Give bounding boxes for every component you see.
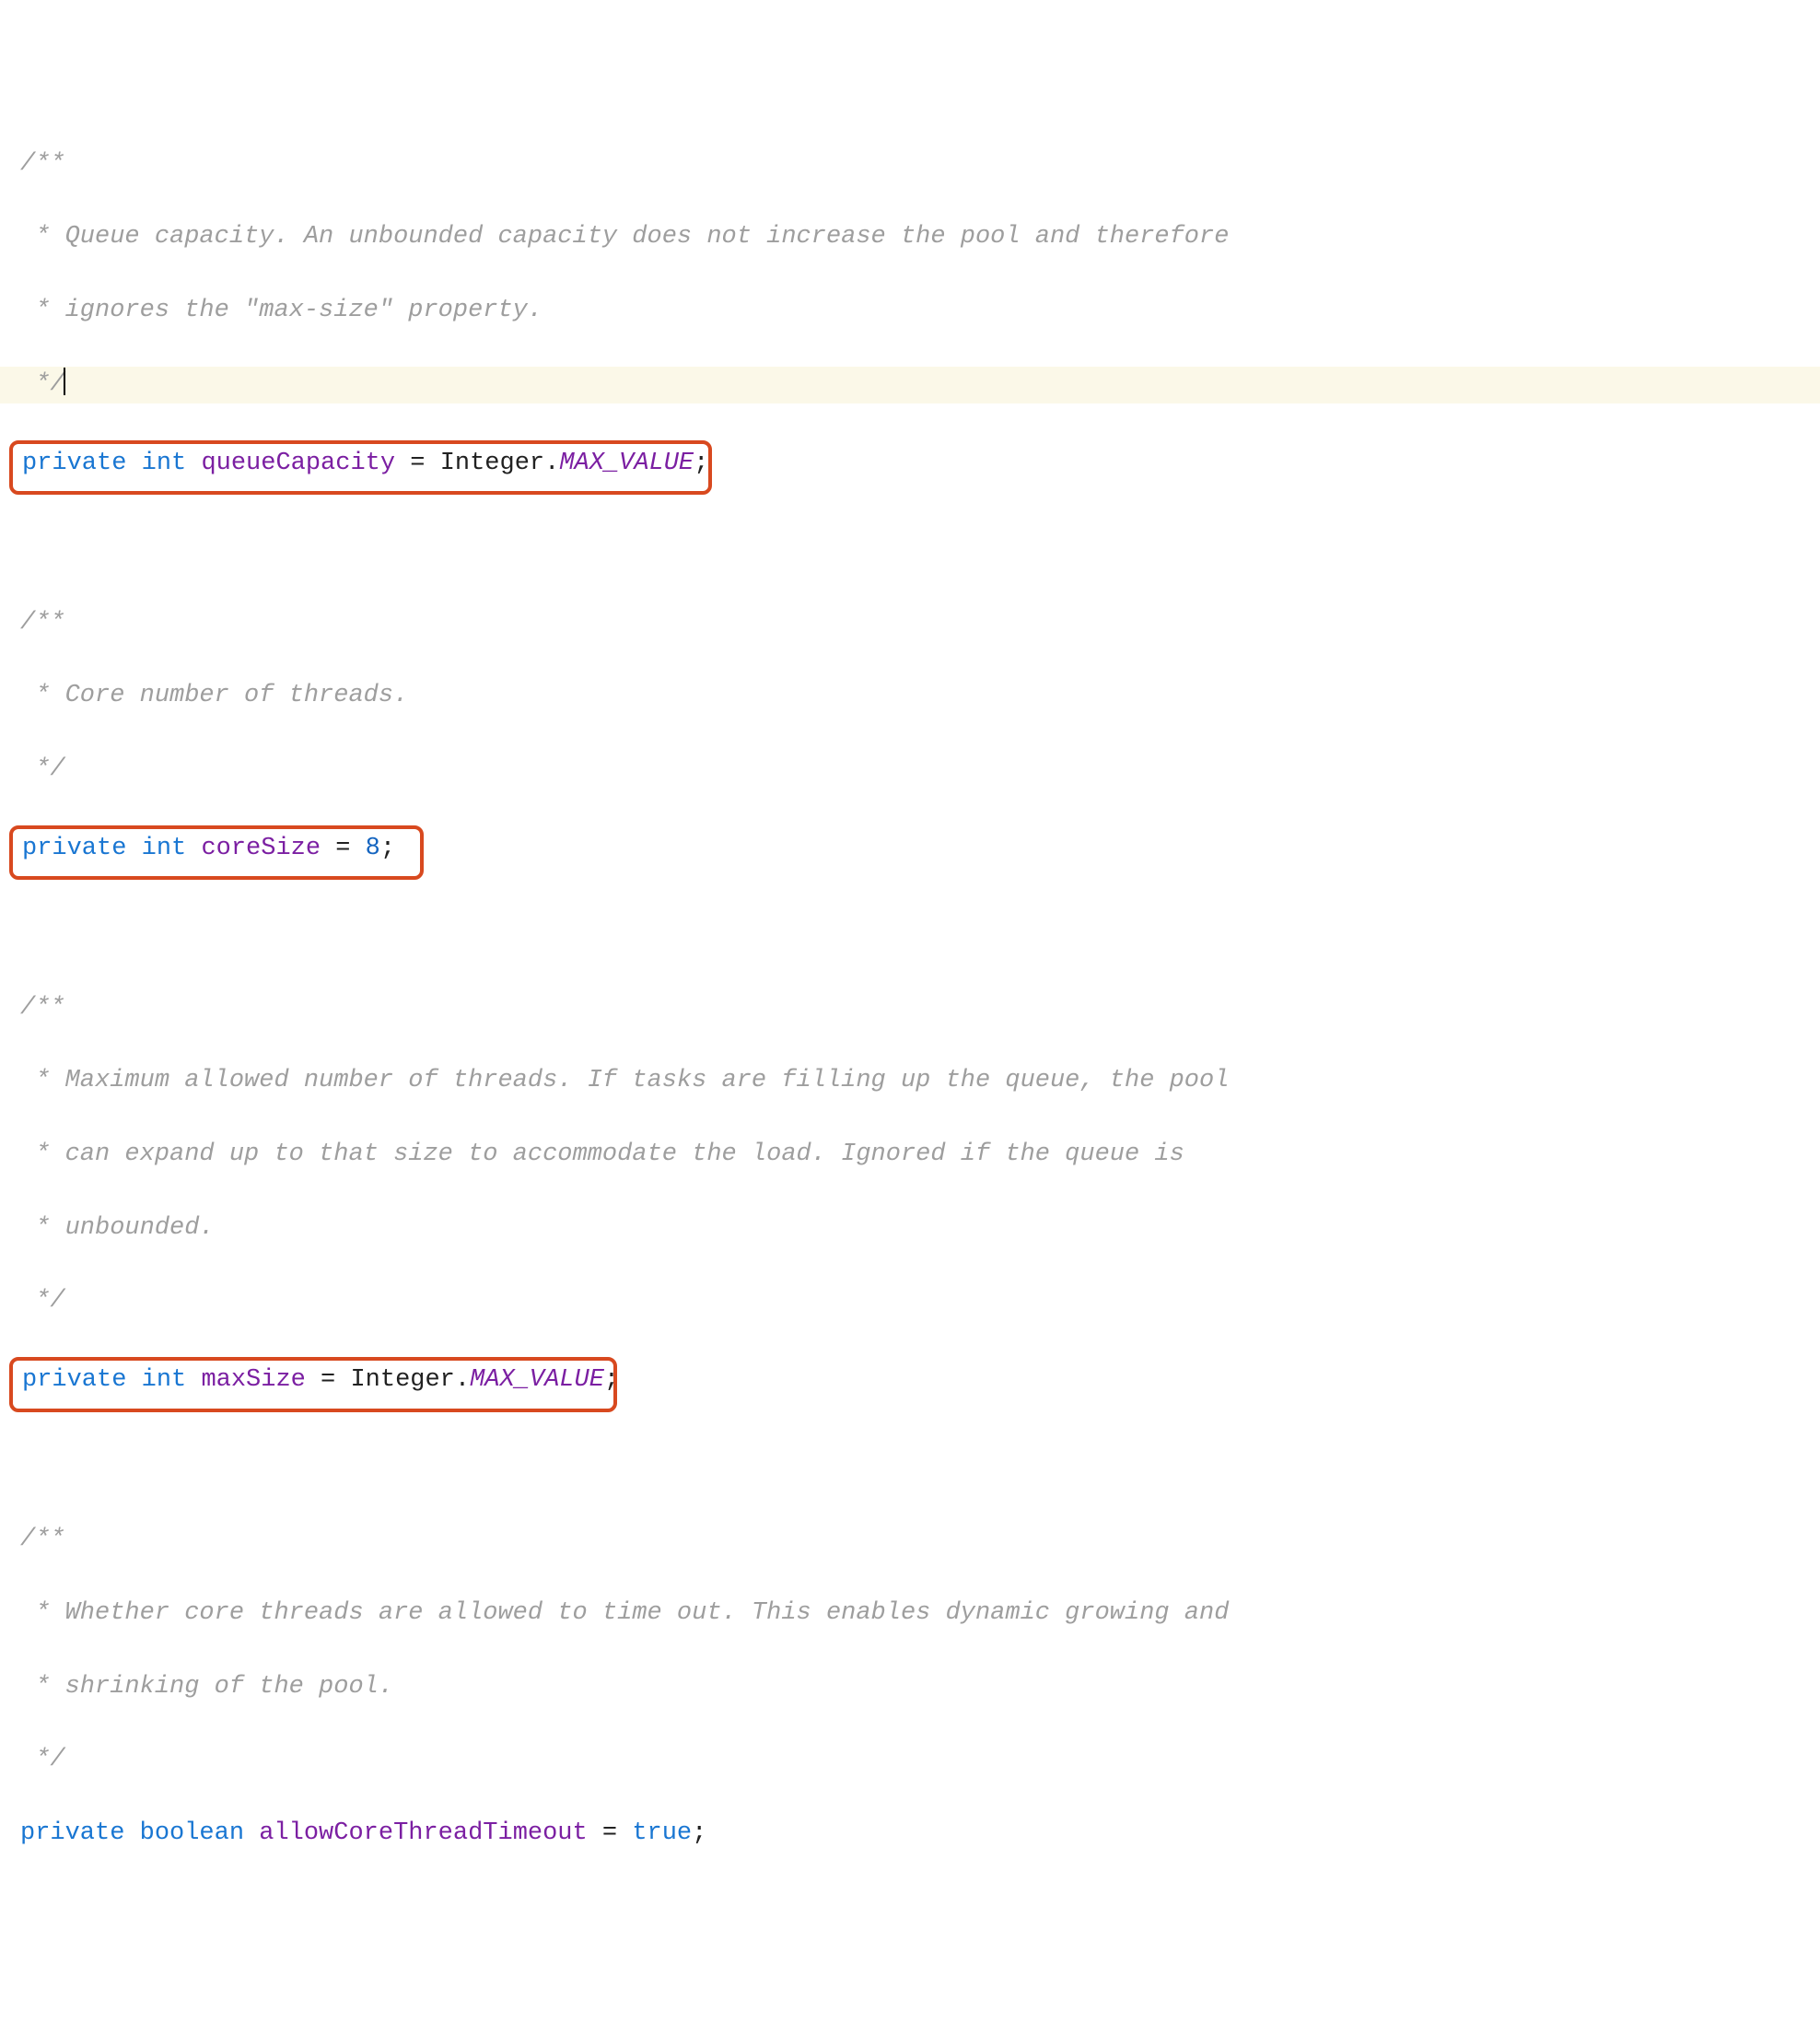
code-line-comment[interactable]: * can expand up to that size to accommod… [0, 1137, 1820, 1174]
type-integer: Integer [350, 1366, 454, 1394]
code-line-declaration[interactable]: private boolean allowCoreThreadTimeout =… [0, 1816, 1820, 1853]
code-line-comment[interactable]: * Core number of threads. [0, 678, 1820, 715]
javadoc-open: /** [20, 609, 65, 637]
keyword-boolean: boolean [140, 1819, 244, 1847]
code-line-comment[interactable]: */ [0, 1283, 1820, 1320]
code-line-comment[interactable]: * shrinking of the pool. [0, 1669, 1820, 1706]
javadoc-body: * ignores the "max-size" property. [20, 297, 542, 324]
semicolon: ; [692, 1819, 706, 1847]
semicolon: ; [380, 835, 395, 862]
type-integer: Integer [440, 450, 544, 477]
keyword-int: int [142, 450, 187, 477]
code-line-blank[interactable] [0, 532, 1820, 568]
dot: . [455, 1366, 470, 1394]
keyword-private: private [22, 1366, 126, 1394]
javadoc-body: * Core number of threads. [20, 682, 408, 709]
keyword-int: int [142, 1366, 187, 1394]
const-maxvalue: MAX_VALUE [559, 450, 694, 477]
annotation-box-core-size: private int coreSize = 8; [9, 825, 424, 881]
code-line-comment[interactable]: /** [0, 1522, 1820, 1559]
annotation-box-max-size: private int maxSize = Integer.MAX_VALUE; [9, 1357, 617, 1412]
field-allowCoreThreadTimeout: allowCoreThreadTimeout [259, 1819, 587, 1847]
field-coreSize: coreSize [201, 835, 321, 862]
javadoc-close: */ [20, 1746, 65, 1773]
javadoc-open: /** [20, 1526, 65, 1553]
const-maxvalue: MAX_VALUE [470, 1366, 604, 1394]
code-line-blank[interactable] [0, 917, 1820, 953]
code-line-comment[interactable]: /** [0, 990, 1820, 1027]
dot: . [544, 450, 559, 477]
keyword-private: private [20, 1819, 124, 1847]
assign-op: = [321, 835, 366, 862]
code-line-comment[interactable]: * unbounded. [0, 1210, 1820, 1247]
bool-literal: true [632, 1819, 692, 1847]
javadoc-open: /** [20, 150, 65, 178]
code-line-comment[interactable]: */ [0, 752, 1820, 789]
javadoc-body: * shrinking of the pool. [20, 1673, 393, 1701]
assign-op: = [395, 450, 440, 477]
javadoc-body: * Queue capacity. An unbounded capacity … [20, 223, 1229, 251]
keyword-private: private [22, 835, 126, 862]
javadoc-body: * can expand up to that size to accommod… [20, 1140, 1184, 1168]
semicolon: ; [604, 1366, 619, 1394]
code-line-comment[interactable]: * Maximum allowed number of threads. If … [0, 1063, 1820, 1100]
javadoc-close: */ [20, 755, 65, 783]
javadoc-body: * Whether core threads are allowed to ti… [20, 1599, 1229, 1627]
keyword-private: private [22, 450, 126, 477]
code-line-comment[interactable]: * Queue capacity. An unbounded capacity … [0, 219, 1820, 256]
annotation-box-queue-capacity: private int queueCapacity = Integer.MAX_… [9, 440, 712, 496]
code-line-comment[interactable]: * Whether core threads are allowed to ti… [0, 1596, 1820, 1632]
javadoc-close: */ [20, 370, 65, 398]
code-line-blank[interactable] [0, 1449, 1820, 1486]
assign-op: = [588, 1819, 633, 1847]
field-queueCapacity: queueCapacity [201, 450, 395, 477]
code-line-comment[interactable]: */ [0, 1742, 1820, 1779]
code-line-comment[interactable]: /** [0, 146, 1820, 183]
code-line-comment[interactable]: /** [0, 605, 1820, 642]
javadoc-close: */ [20, 1287, 65, 1315]
semicolon: ; [694, 450, 708, 477]
code-line-current[interactable]: */ [0, 367, 1820, 403]
assign-op: = [306, 1366, 351, 1394]
code-line-comment[interactable]: * ignores the "max-size" property. [0, 293, 1820, 330]
javadoc-body: * Maximum allowed number of threads. If … [20, 1067, 1229, 1094]
javadoc-open: /** [20, 994, 65, 1022]
text-cursor [64, 368, 65, 395]
keyword-int: int [142, 835, 187, 862]
number-literal: 8 [366, 835, 380, 862]
javadoc-body: * unbounded. [20, 1214, 215, 1242]
field-maxSize: maxSize [201, 1366, 305, 1394]
